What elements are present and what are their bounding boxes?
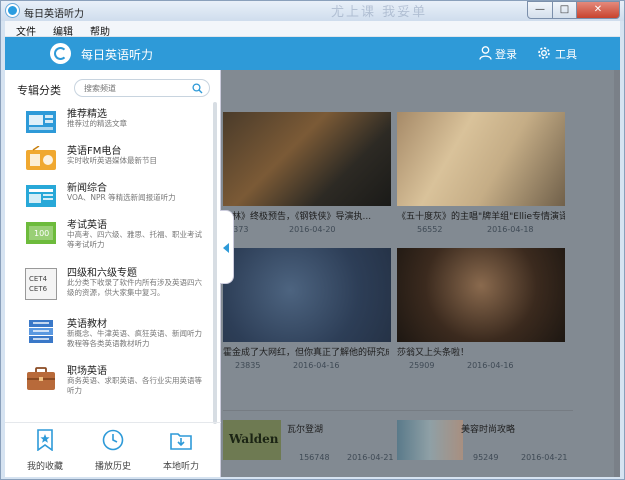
exam-icon: 100 [26, 222, 56, 244]
app-icon [6, 4, 19, 17]
menu-edit[interactable]: 编辑 [53, 23, 73, 38]
category-desc: 推荐过的精选文章 [67, 119, 127, 128]
card-date: 2016-04-21 [521, 453, 568, 462]
cet6-badge: CET6 [29, 285, 48, 293]
maximize-button[interactable]: □ [552, 1, 577, 19]
card-caption: 《五十度灰》的主唱"牌羊组"Ellie专情演译... [397, 212, 565, 222]
thumbnail-shakespeare [397, 248, 565, 342]
list-item[interactable]: 美容时尚攻略 95249 2016-04-21 [397, 420, 577, 465]
category-desc: 此分类下收录了软件内所有涉及英语四六级的资源，供大家集中复习。 [67, 278, 202, 297]
featured-icon [26, 111, 56, 133]
favorites-label: 我的收藏 [26, 462, 63, 472]
card-views: 156748 [299, 453, 330, 462]
app-name: 每日英语听力 [81, 48, 154, 62]
news-icon [26, 185, 56, 207]
search-box [74, 79, 210, 97]
book-title-walden: Walden [229, 432, 279, 446]
category-textbook[interactable]: 英语教材 新概念、牛津英语、疯狂英语、新闻听力教程等各类英语教材听力 [5, 315, 213, 363]
card-caption: 霍金成了大网红，但你真正了解他的研究成... [223, 348, 389, 358]
card-views: 23835 [235, 361, 261, 370]
search-input[interactable] [84, 82, 184, 94]
category-desc: 商务英语、求职英语、各行业实用英语等听力 [67, 376, 202, 395]
title-bar[interactable]: 每日英语听力 尤上课 我妥单 — □ ✕ [1, 1, 624, 21]
window-title: 每日英语听力 [24, 9, 84, 20]
local-download-icon [170, 433, 192, 450]
thumbnail-hawking [223, 248, 391, 342]
svg-text:100: 100 [34, 229, 49, 238]
category-cet[interactable]: CET4 CET6 四级和六级专题 此分类下收录了软件内所有涉及英语四六级的资源… [5, 264, 213, 312]
card-date: 2016-04-21 [347, 453, 394, 462]
drawer-bottom-bar: 我的收藏 播放历史 本地听力 [5, 422, 221, 477]
category-workplace[interactable]: 职场英语 商务英语、求职英语、各行业实用英语等听力 [5, 362, 213, 410]
drawer-title: 专辑分类 [17, 84, 61, 97]
title-bar-decoration: 尤上课 我妥单 [331, 5, 428, 20]
card-date: 2016-04-16 [467, 361, 514, 370]
card-caption: 莎翁又上头条啦！ [397, 348, 470, 358]
card-date: 2016-04-16 [293, 361, 340, 370]
menu-help[interactable]: 帮助 [90, 23, 110, 38]
history-label: 播放历史 [94, 462, 131, 472]
cet-icon: CET4 CET6 [25, 268, 57, 300]
card-views: 56552 [417, 225, 443, 234]
user-icon [479, 46, 492, 60]
menu-file[interactable]: 文件 [16, 23, 36, 38]
login-button[interactable]: 登录 [479, 37, 525, 70]
category-drawer: 专辑分类 推荐精选 推荐过的精选文章 英语FM电台 实时收听英语媒体最新节目 新… [5, 70, 221, 477]
main-scrollbar[interactable] [614, 70, 620, 477]
card-views: 95249 [473, 453, 499, 462]
minimize-button[interactable]: — [527, 1, 553, 19]
category-name: 英语FM电台 [67, 146, 122, 157]
logo-icon [50, 43, 71, 64]
favorites-button[interactable]: 我的收藏 [15, 429, 75, 474]
close-button[interactable]: ✕ [576, 1, 620, 19]
favorites-icon [37, 429, 53, 451]
history-button[interactable]: 播放历史 [83, 429, 143, 474]
card-date: 2016-04-18 [487, 225, 534, 234]
list-item[interactable]: Walden 瓦尔登湖 156748 2016-04-21 [223, 420, 394, 465]
collapse-arrow-icon [223, 243, 229, 253]
app-window: 每日英语听力 尤上课 我妥单 — □ ✕ 文件 编辑 帮助 每日英语听力 登录 … [0, 0, 625, 480]
thumbnail-beauty [397, 420, 463, 460]
card-views: 25909 [409, 361, 435, 370]
section-divider [223, 410, 573, 411]
textbook-icon [29, 320, 53, 343]
local-listening-label: 本地听力 [162, 462, 199, 472]
category-name: 职场英语 [67, 366, 107, 377]
card-date: 2016-04-20 [289, 225, 336, 234]
history-icon [102, 429, 124, 451]
gear-icon [538, 47, 550, 59]
category-desc: 新概念、牛津英语、疯狂英语、新闻听力教程等各类英语教材听力 [67, 329, 202, 348]
thumbnail-walden: Walden [223, 420, 281, 460]
drawer-scrollbar[interactable] [213, 102, 217, 424]
cet4-badge: CET4 [29, 275, 48, 283]
category-desc: VOA、NPR 等精选新闻报道听力 [67, 193, 176, 202]
tools-label: 工具 [555, 48, 577, 61]
category-name: 四级和六级专题 [67, 268, 137, 279]
category-desc: 实时收听英语媒体最新节目 [67, 156, 157, 165]
search-icon[interactable] [192, 83, 203, 94]
category-desc: 中高考、四六级、雅思、托福、职业考试等考试听力 [67, 230, 202, 249]
app-header: 每日英语听力 登录 工具 [5, 37, 620, 70]
drawer-collapse-tab[interactable] [220, 210, 234, 284]
local-listening-button[interactable]: 本地听力 [151, 429, 211, 474]
card-caption: 瓦尔登湖 [287, 425, 324, 435]
thumbnail-jungle-book [223, 112, 391, 206]
briefcase-icon [27, 367, 55, 390]
menu-bar: 文件 编辑 帮助 [5, 21, 620, 38]
category-name: 考试英语 [67, 220, 107, 231]
category-name: 新闻综合 [67, 183, 107, 194]
thumbnail-singer [397, 112, 565, 206]
category-exam[interactable]: 100 考试英语 中高考、四六级、雅思、托福、职业考试等考试听力 [5, 216, 213, 264]
category-name: 推荐精选 [67, 109, 107, 120]
login-label: 登录 [495, 48, 517, 61]
card-caption: 丛林》终极预告，《钢铁侠》导演执... [223, 212, 372, 222]
radio-icon [26, 146, 56, 170]
tools-button[interactable]: 工具 [537, 37, 585, 70]
category-name: 英语教材 [67, 319, 107, 330]
card-caption: 美容时尚攻略 [461, 425, 516, 435]
